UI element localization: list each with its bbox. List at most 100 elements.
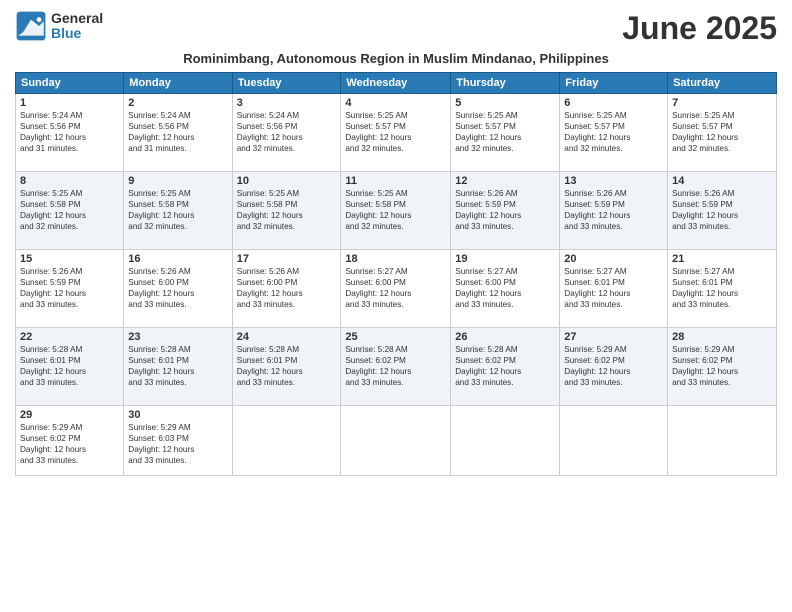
- table-row: 23Sunrise: 5:28 AM Sunset: 6:01 PM Dayli…: [124, 328, 232, 406]
- day-number: 11: [345, 175, 446, 187]
- day-number: 21: [672, 253, 772, 265]
- day-info: Sunrise: 5:26 AM Sunset: 5:59 PM Dayligh…: [672, 188, 772, 232]
- table-row: 9Sunrise: 5:25 AM Sunset: 5:58 PM Daylig…: [124, 172, 232, 250]
- day-info: Sunrise: 5:28 AM Sunset: 6:02 PM Dayligh…: [455, 344, 555, 388]
- day-info: Sunrise: 5:29 AM Sunset: 6:03 PM Dayligh…: [128, 422, 227, 466]
- month-title: June 2025: [622, 10, 777, 47]
- day-info: Sunrise: 5:28 AM Sunset: 6:01 PM Dayligh…: [128, 344, 227, 388]
- table-row: [341, 406, 451, 476]
- calendar-week-row: 15Sunrise: 5:26 AM Sunset: 5:59 PM Dayli…: [16, 250, 777, 328]
- day-number: 13: [564, 175, 663, 187]
- logo-text: General Blue: [51, 11, 103, 42]
- table-row: 29Sunrise: 5:29 AM Sunset: 6:02 PM Dayli…: [16, 406, 124, 476]
- day-number: 7: [672, 97, 772, 109]
- table-row: 13Sunrise: 5:26 AM Sunset: 5:59 PM Dayli…: [560, 172, 668, 250]
- header-tuesday: Tuesday: [232, 73, 341, 94]
- table-row: 6Sunrise: 5:25 AM Sunset: 5:57 PM Daylig…: [560, 94, 668, 172]
- table-row: 26Sunrise: 5:28 AM Sunset: 6:02 PM Dayli…: [451, 328, 560, 406]
- table-row: 25Sunrise: 5:28 AM Sunset: 6:02 PM Dayli…: [341, 328, 451, 406]
- calendar-week-row: 22Sunrise: 5:28 AM Sunset: 6:01 PM Dayli…: [16, 328, 777, 406]
- table-row: [232, 406, 341, 476]
- table-row: 30Sunrise: 5:29 AM Sunset: 6:03 PM Dayli…: [124, 406, 232, 476]
- day-info: Sunrise: 5:27 AM Sunset: 6:00 PM Dayligh…: [455, 266, 555, 310]
- day-number: 27: [564, 331, 663, 343]
- day-info: Sunrise: 5:25 AM Sunset: 5:57 PM Dayligh…: [345, 110, 446, 154]
- day-info: Sunrise: 5:26 AM Sunset: 5:59 PM Dayligh…: [564, 188, 663, 232]
- day-number: 17: [237, 253, 337, 265]
- day-number: 14: [672, 175, 772, 187]
- day-number: 23: [128, 331, 227, 343]
- logo-general: General: [51, 11, 103, 26]
- table-row: 14Sunrise: 5:26 AM Sunset: 5:59 PM Dayli…: [668, 172, 777, 250]
- logo-icon: [15, 10, 47, 42]
- calendar-table: Sunday Monday Tuesday Wednesday Thursday…: [15, 72, 777, 476]
- header: General Blue June 2025: [15, 10, 777, 47]
- day-number: 5: [455, 97, 555, 109]
- day-info: Sunrise: 5:24 AM Sunset: 5:56 PM Dayligh…: [237, 110, 337, 154]
- day-number: 2: [128, 97, 227, 109]
- table-row: 20Sunrise: 5:27 AM Sunset: 6:01 PM Dayli…: [560, 250, 668, 328]
- day-info: Sunrise: 5:29 AM Sunset: 6:02 PM Dayligh…: [672, 344, 772, 388]
- table-row: 10Sunrise: 5:25 AM Sunset: 5:58 PM Dayli…: [232, 172, 341, 250]
- day-number: 16: [128, 253, 227, 265]
- day-info: Sunrise: 5:29 AM Sunset: 6:02 PM Dayligh…: [564, 344, 663, 388]
- day-number: 19: [455, 253, 555, 265]
- calendar-header-row: Sunday Monday Tuesday Wednesday Thursday…: [16, 73, 777, 94]
- page: General Blue June 2025 Rominimbang, Auto…: [0, 0, 792, 612]
- day-info: Sunrise: 5:26 AM Sunset: 5:59 PM Dayligh…: [20, 266, 119, 310]
- table-row: 5Sunrise: 5:25 AM Sunset: 5:57 PM Daylig…: [451, 94, 560, 172]
- day-number: 18: [345, 253, 446, 265]
- table-row: 27Sunrise: 5:29 AM Sunset: 6:02 PM Dayli…: [560, 328, 668, 406]
- table-row: 24Sunrise: 5:28 AM Sunset: 6:01 PM Dayli…: [232, 328, 341, 406]
- day-info: Sunrise: 5:27 AM Sunset: 6:01 PM Dayligh…: [672, 266, 772, 310]
- table-row: 17Sunrise: 5:26 AM Sunset: 6:00 PM Dayli…: [232, 250, 341, 328]
- table-row: 11Sunrise: 5:25 AM Sunset: 5:58 PM Dayli…: [341, 172, 451, 250]
- day-number: 8: [20, 175, 119, 187]
- table-row: 4Sunrise: 5:25 AM Sunset: 5:57 PM Daylig…: [341, 94, 451, 172]
- table-row: [668, 406, 777, 476]
- day-info: Sunrise: 5:24 AM Sunset: 5:56 PM Dayligh…: [20, 110, 119, 154]
- table-row: [451, 406, 560, 476]
- day-info: Sunrise: 5:25 AM Sunset: 5:57 PM Dayligh…: [672, 110, 772, 154]
- table-row: 28Sunrise: 5:29 AM Sunset: 6:02 PM Dayli…: [668, 328, 777, 406]
- day-number: 6: [564, 97, 663, 109]
- day-number: 29: [20, 409, 119, 421]
- day-number: 1: [20, 97, 119, 109]
- day-info: Sunrise: 5:26 AM Sunset: 6:00 PM Dayligh…: [128, 266, 227, 310]
- day-info: Sunrise: 5:27 AM Sunset: 6:01 PM Dayligh…: [564, 266, 663, 310]
- table-row: 1Sunrise: 5:24 AM Sunset: 5:56 PM Daylig…: [16, 94, 124, 172]
- table-row: 3Sunrise: 5:24 AM Sunset: 5:56 PM Daylig…: [232, 94, 341, 172]
- day-info: Sunrise: 5:29 AM Sunset: 6:02 PM Dayligh…: [20, 422, 119, 466]
- day-number: 15: [20, 253, 119, 265]
- header-sunday: Sunday: [16, 73, 124, 94]
- day-number: 10: [237, 175, 337, 187]
- day-info: Sunrise: 5:25 AM Sunset: 5:58 PM Dayligh…: [20, 188, 119, 232]
- day-number: 22: [20, 331, 119, 343]
- day-info: Sunrise: 5:25 AM Sunset: 5:57 PM Dayligh…: [564, 110, 663, 154]
- header-friday: Friday: [560, 73, 668, 94]
- day-number: 24: [237, 331, 337, 343]
- table-row: 16Sunrise: 5:26 AM Sunset: 6:00 PM Dayli…: [124, 250, 232, 328]
- day-number: 20: [564, 253, 663, 265]
- header-thursday: Thursday: [451, 73, 560, 94]
- day-number: 28: [672, 331, 772, 343]
- table-row: 18Sunrise: 5:27 AM Sunset: 6:00 PM Dayli…: [341, 250, 451, 328]
- table-row: 22Sunrise: 5:28 AM Sunset: 6:01 PM Dayli…: [16, 328, 124, 406]
- day-info: Sunrise: 5:28 AM Sunset: 6:02 PM Dayligh…: [345, 344, 446, 388]
- table-row: 2Sunrise: 5:24 AM Sunset: 5:56 PM Daylig…: [124, 94, 232, 172]
- table-row: 12Sunrise: 5:26 AM Sunset: 5:59 PM Dayli…: [451, 172, 560, 250]
- calendar-week-row: 29Sunrise: 5:29 AM Sunset: 6:02 PM Dayli…: [16, 406, 777, 476]
- day-number: 30: [128, 409, 227, 421]
- day-info: Sunrise: 5:24 AM Sunset: 5:56 PM Dayligh…: [128, 110, 227, 154]
- day-info: Sunrise: 5:28 AM Sunset: 6:01 PM Dayligh…: [20, 344, 119, 388]
- table-row: 15Sunrise: 5:26 AM Sunset: 5:59 PM Dayli…: [16, 250, 124, 328]
- day-number: 9: [128, 175, 227, 187]
- day-number: 3: [237, 97, 337, 109]
- subtitle: Rominimbang, Autonomous Region in Muslim…: [15, 51, 777, 66]
- day-info: Sunrise: 5:26 AM Sunset: 6:00 PM Dayligh…: [237, 266, 337, 310]
- calendar-week-row: 8Sunrise: 5:25 AM Sunset: 5:58 PM Daylig…: [16, 172, 777, 250]
- header-monday: Monday: [124, 73, 232, 94]
- day-info: Sunrise: 5:25 AM Sunset: 5:57 PM Dayligh…: [455, 110, 555, 154]
- day-info: Sunrise: 5:25 AM Sunset: 5:58 PM Dayligh…: [237, 188, 337, 232]
- calendar-week-row: 1Sunrise: 5:24 AM Sunset: 5:56 PM Daylig…: [16, 94, 777, 172]
